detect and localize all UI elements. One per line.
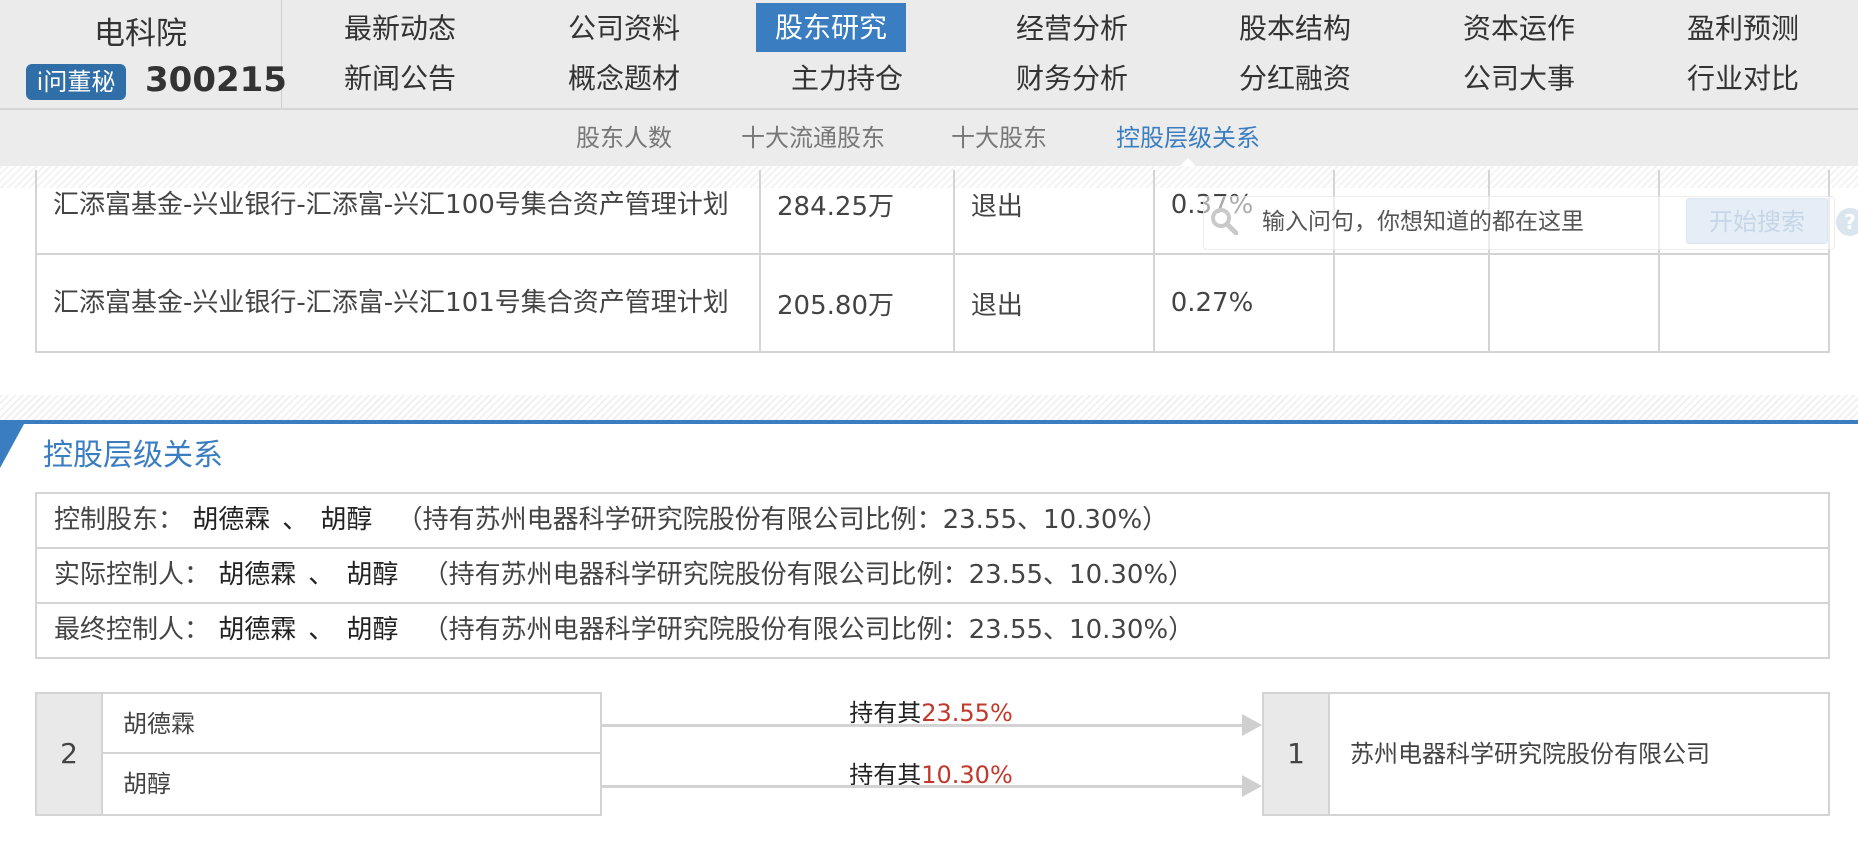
empty-cell <box>1488 253 1661 353</box>
holder-box: 2 胡德霖 胡醇 <box>35 692 602 816</box>
holding-arrow-line <box>602 785 1242 788</box>
nav-industry-comparison[interactable]: 行业对比 <box>1654 56 1832 102</box>
nav-dividend-financing[interactable]: 分红融资 <box>1206 56 1384 102</box>
subnav-top10-holders[interactable]: 十大股东 <box>951 120 1047 156</box>
shares-cell: 284.25万 <box>759 170 955 255</box>
arrow-head-icon <box>1242 775 1262 797</box>
section-title: 控股层级关系 <box>43 438 223 473</box>
nav-financial-analysis[interactable]: 财务分析 <box>983 56 1161 102</box>
controller-name[interactable]: 胡醇 <box>320 505 372 535</box>
holding-detail: （持有苏州电器科学研究院股份有限公司比例：23.55、10.30%） <box>396 505 1169 535</box>
actual-controller-row: 实际控制人： 胡德霖、胡醇 （持有苏州电器科学研究院股份有限公司比例：23.55… <box>35 547 1830 604</box>
nav-company-info[interactable]: 公司资料 <box>535 6 713 52</box>
change-cell: 退出 <box>952 170 1155 255</box>
ultimate-controller-row: 最终控制人： 胡德霖、胡醇 （持有苏州电器科学研究院股份有限公司比例：23.55… <box>35 602 1830 659</box>
help-icon[interactable]: ? <box>1836 208 1858 236</box>
name-separator: 、 <box>282 505 309 535</box>
nav-shareholder-research[interactable]: 股东研究 <box>756 3 906 52</box>
empty-cell <box>1658 253 1830 353</box>
ratio-cell: 0.27% <box>1152 253 1335 353</box>
stock-identity: 电科院 i问董秘 300215 <box>0 0 287 108</box>
controller-name[interactable]: 胡德霖 <box>192 505 270 535</box>
shares-cell: 205.80万 <box>759 253 955 353</box>
section-separator <box>0 395 1858 421</box>
row-label: 最终控制人： <box>54 615 211 645</box>
row-label: 控制股东： <box>54 505 185 535</box>
sub-nav: 股东人数 十大流通股东 十大股东 控股层级关系 <box>0 110 1858 166</box>
search-input[interactable] <box>1262 206 1642 238</box>
company-box: 1 苏州电器科学研究院股份有限公司 <box>1262 692 1830 816</box>
ask-secretary-button[interactable]: i问董秘 <box>26 64 126 100</box>
name-separator: 、 <box>308 560 335 590</box>
table-row: 汇添富基金-兴业银行-汇添富-兴汇101号集合资产管理计划 205.80万 退出… <box>35 253 1830 353</box>
stock-name: 电科院 <box>94 16 187 52</box>
holding-label: 持有其23.55% <box>781 693 1081 728</box>
controller-name[interactable]: 胡德霖 <box>218 615 296 645</box>
row-label: 实际控制人： <box>54 560 211 590</box>
holding-detail: （持有苏州电器科学研究院股份有限公司比例：23.55、10.30%） <box>422 560 1195 590</box>
search-button[interactable]: 开始搜索 <box>1686 198 1828 244</box>
controller-name[interactable]: 胡醇 <box>346 615 398 645</box>
company-count: 1 <box>1264 694 1330 814</box>
nav-capital-operation[interactable]: 资本运作 <box>1430 6 1608 52</box>
search-icon <box>1211 208 1238 235</box>
nav-concept-themes[interactable]: 概念题材 <box>535 56 713 102</box>
holder-name-cell: 汇添富基金-兴业银行-汇添富-兴汇101号集合资产管理计划 <box>35 253 762 353</box>
arrow-head-icon <box>1242 714 1262 736</box>
nav-operation-analysis[interactable]: 经营分析 <box>983 6 1161 52</box>
holder-count: 2 <box>37 694 103 814</box>
holder-name-cell: 汇添富基金-兴业银行-汇添富-兴汇100号集合资产管理计划 <box>35 170 762 255</box>
holder-item[interactable]: 胡德霖 <box>103 694 600 754</box>
nav-capital-structure[interactable]: 股本结构 <box>1206 6 1384 52</box>
section-rule <box>0 420 1858 424</box>
subnav-top10-float-holders[interactable]: 十大流通股东 <box>741 120 885 156</box>
holder-item[interactable]: 胡醇 <box>103 754 600 814</box>
empty-cell <box>1332 253 1491 353</box>
holding-arrow-line <box>602 724 1242 727</box>
nav-news-announcements[interactable]: 新闻公告 <box>311 56 489 102</box>
holding-percent: 23.55% <box>921 699 1013 727</box>
controller-name[interactable]: 胡醇 <box>346 560 398 590</box>
holding-detail: （持有苏州电器科学研究院股份有限公司比例：23.55、10.30%） <box>422 615 1195 645</box>
nav-profit-forecast[interactable]: 盈利预测 <box>1654 6 1832 52</box>
company-name[interactable]: 苏州电器科学研究院股份有限公司 <box>1350 694 1710 814</box>
section-corner-marker <box>0 424 24 468</box>
subnav-holding-hierarchy[interactable]: 控股层级关系 <box>1116 120 1260 156</box>
holding-prefix: 持有其 <box>849 699 922 727</box>
name-separator: 、 <box>308 615 335 645</box>
stock-code: 300215 <box>145 60 287 100</box>
nav-main-holdings[interactable]: 主力持仓 <box>758 56 936 102</box>
controlling-shareholder-row: 控制股东： 胡德霖、胡醇 （持有苏州电器科学研究院股份有限公司比例：23.55、… <box>35 492 1830 549</box>
subnav-shareholder-count[interactable]: 股东人数 <box>576 120 672 156</box>
nav-latest-news[interactable]: 最新动态 <box>311 6 489 52</box>
nav-company-events[interactable]: 公司大事 <box>1430 56 1608 102</box>
change-cell: 退出 <box>952 253 1155 353</box>
controller-name[interactable]: 胡德霖 <box>218 560 296 590</box>
stock-header: 电科院 i问董秘 300215 最新动态 公司资料 股东研究 经营分析 股本结构… <box>0 0 1858 110</box>
